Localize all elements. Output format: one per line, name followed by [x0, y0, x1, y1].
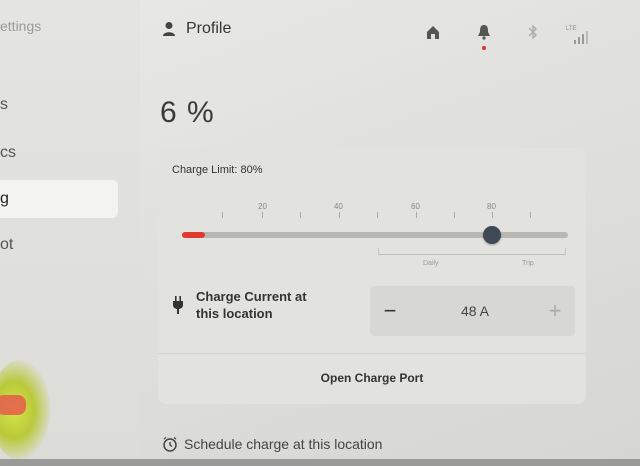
scale-label: 40 — [334, 202, 343, 211]
charge-limit-slider[interactable] — [182, 232, 568, 238]
sidebar-item-label: g — [0, 190, 9, 207]
charge-current-stepper: − 48 A + — [370, 286, 575, 336]
scale-tick — [454, 212, 455, 218]
profile-button[interactable]: Profile — [162, 20, 231, 38]
sidebar-item-label: s — [0, 96, 8, 113]
scale-tick — [300, 212, 301, 218]
clock-icon — [163, 436, 177, 452]
sidebar-item-1[interactable]: s — [0, 86, 118, 124]
sidebar: ettings s cs g ot — [0, 0, 140, 466]
battery-percent: 6 % — [160, 96, 215, 129]
charge-limit-scale: 20 40 60 80 — [158, 148, 586, 278]
person-icon — [163, 22, 175, 36]
scale-label: 20 — [258, 202, 267, 211]
charge-current-label-line1: Charge Current at — [196, 289, 307, 304]
charge-current-row: Charge Current at this location — [172, 288, 307, 322]
profile-label: Profile — [186, 20, 232, 37]
charge-limit-handle[interactable] — [483, 226, 501, 244]
scale-label: 80 — [487, 202, 496, 211]
bottom-bar — [0, 459, 640, 466]
charge-current-value: 48 A — [460, 303, 490, 319]
bell-icon[interactable] — [477, 24, 491, 40]
sidebar-item-label: ot — [0, 236, 14, 253]
charging-card: Charge Limit: 80% 20 40 60 80 Daily Trip — [158, 148, 586, 404]
scale-tick — [530, 212, 531, 218]
scale-label: 60 — [411, 202, 420, 211]
screen: ettings s cs g ot Profile LTE 6 % Charge… — [0, 0, 640, 466]
daily-label: Daily — [423, 260, 439, 267]
scale-tick — [416, 212, 417, 218]
decrease-current-button[interactable]: − — [370, 286, 410, 336]
trip-label: Trip — [522, 260, 534, 267]
notification-dot — [482, 46, 486, 50]
increase-current-button[interactable]: + — [535, 286, 575, 336]
home-icon[interactable] — [425, 24, 441, 40]
charge-current-label-line2: this location — [196, 306, 273, 321]
sidebar-item-charging[interactable]: g — [0, 180, 118, 218]
sidebar-item-2[interactable]: cs — [0, 134, 118, 172]
scale-tick — [339, 212, 340, 218]
scale-tick — [492, 212, 493, 218]
open-charge-port-button[interactable]: Open Charge Port — [158, 353, 586, 402]
schedule-charge-label: Schedule charge at this location — [184, 436, 383, 452]
schedule-charge-link[interactable]: Schedule charge at this location — [162, 436, 382, 452]
scale-tick — [222, 212, 223, 218]
charge-current-label: Charge Current at this location — [196, 288, 307, 322]
background-decoration-red — [0, 395, 26, 415]
bluetooth-icon[interactable] — [528, 24, 538, 40]
signal-bars-icon — [574, 31, 588, 44]
scale-tick — [262, 212, 263, 218]
daily-trip-bracket — [378, 248, 566, 255]
plug-icon — [173, 296, 183, 314]
battery-level-fill — [182, 232, 206, 238]
sidebar-item-4[interactable]: ot — [0, 226, 118, 264]
scale-tick — [377, 212, 378, 218]
sidebar-item-label: cs — [0, 144, 16, 161]
sidebar-title: ettings — [0, 18, 42, 34]
